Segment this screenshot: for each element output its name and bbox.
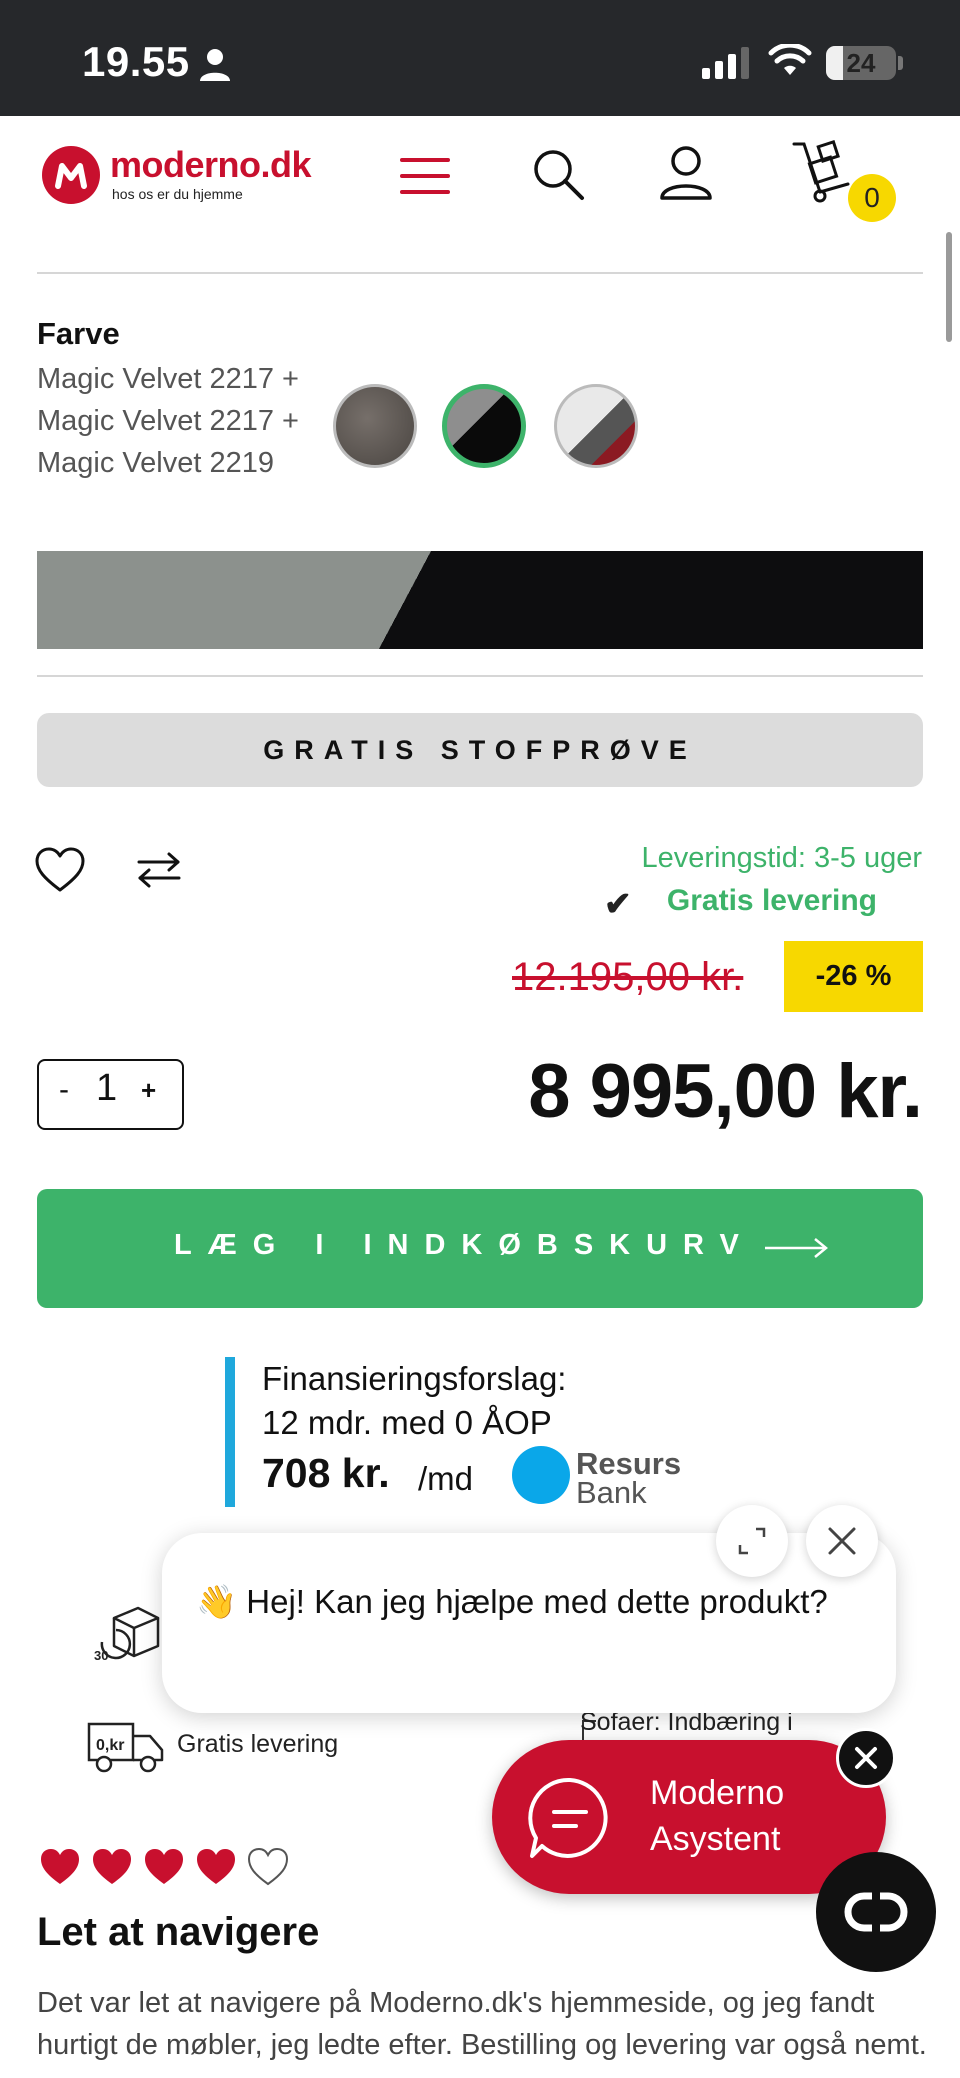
delivery-truck-icon: 0,kr	[87, 1722, 164, 1773]
fabric-preview-image	[37, 551, 923, 649]
quantity-value[interactable]: 1	[96, 1067, 117, 1110]
free-fabric-sample-button[interactable]: GRATIS STOFPRØVE	[37, 713, 923, 787]
color-swatch-grey-black-selected[interactable]	[442, 384, 526, 468]
finance-per-month: /md	[418, 1460, 474, 1497]
color-name: Magic Velvet 2217 + Magic Velvet 2217 + …	[37, 363, 299, 479]
divider	[37, 272, 923, 274]
menu-icon[interactable]	[400, 152, 452, 204]
old-price: 12.195,00 kr.	[512, 955, 744, 999]
feature-free-delivery: Gratis levering	[177, 1730, 339, 1758]
current-price: 8 995,00 kr.	[528, 1049, 923, 1134]
chat-icon	[528, 1777, 608, 1858]
color-heading: Farve	[37, 316, 120, 351]
add-to-cart-label: LÆG I INDKØBSKURV	[174, 1229, 755, 1261]
cart-count-badge[interactable]: 0	[848, 174, 896, 222]
resurs-bank-logo-icon	[512, 1446, 570, 1504]
divider	[37, 675, 923, 677]
status-bar: 19.55 24	[0, 0, 960, 116]
battery-icon: 24	[826, 46, 896, 80]
review-body: Det var let at navigere på Moderno.dk's …	[37, 1987, 927, 2061]
color-swatch-grey-brown[interactable]	[333, 384, 417, 468]
status-time: 19.55	[82, 38, 190, 85]
close-icon	[828, 1527, 856, 1555]
review-title: Let at navigere	[37, 1910, 320, 1954]
quantity-stepper: - 1 +	[37, 1059, 184, 1130]
return-box-icon: 30	[94, 1606, 160, 1663]
wifi-icon	[768, 44, 812, 75]
close-icon	[855, 1747, 877, 1769]
search-icon[interactable]	[530, 146, 586, 202]
co-assistant-button[interactable]	[816, 1852, 936, 1972]
add-to-cart-button[interactable]: LÆG I INDKØBSKURV	[37, 1189, 923, 1308]
finance-title: Finansieringsforslag:	[262, 1360, 567, 1397]
battery-level: 24	[846, 48, 876, 78]
heart-rating-icon-filled	[41, 1849, 79, 1884]
user-icon[interactable]	[658, 144, 714, 200]
wishlist-heart-icon[interactable]	[34, 846, 86, 894]
resurs-bank-logo-line2: Bank	[576, 1475, 647, 1510]
logo-mark-icon[interactable]	[42, 146, 100, 204]
quantity-decrease-button[interactable]: -	[59, 1073, 69, 1107]
chat-expand-button[interactable]	[716, 1505, 788, 1577]
battery-tip	[898, 56, 903, 70]
heart-rating-icon-filled	[197, 1849, 235, 1884]
chat-close-button[interactable]	[806, 1505, 878, 1577]
co-logo-icon	[844, 1892, 908, 1932]
assistant-label-line2: Asystent	[650, 1820, 781, 1858]
expand-icon	[738, 1527, 766, 1555]
chat-greeting-text: 👋 Hej! Kan jeg hjælpe med dette produkt?	[196, 1583, 828, 1620]
check-icon: ✔	[604, 885, 632, 922]
svg-text:30: 30	[94, 1648, 108, 1663]
free-delivery-label: Gratis levering	[666, 884, 877, 917]
discount-badge: -26 %	[784, 941, 923, 1012]
color-swatch-white-grey-red[interactable]	[554, 384, 638, 468]
delivery-time: Leveringstid: 3-5 uger	[641, 842, 923, 874]
heart-rating-icon-filled	[145, 1849, 183, 1884]
site-header: moderno.dk hos os er du hjemme 0	[0, 116, 960, 250]
assistant-close-button[interactable]	[836, 1728, 896, 1788]
heart-rating-icon-empty	[247, 1847, 289, 1886]
heart-rating-icon-filled	[93, 1849, 131, 1884]
compare-icon[interactable]	[136, 850, 182, 890]
logo-tagline: hos os er du hjemme	[112, 186, 243, 202]
signal-icon	[702, 47, 749, 79]
svg-text:0,kr: 0,kr	[96, 1737, 124, 1754]
person-icon	[200, 49, 230, 81]
finance-subtitle: 12 mdr. med 0 ÅOP	[262, 1404, 552, 1441]
logo-text[interactable]: moderno.dk	[110, 144, 312, 186]
page-scrollbar[interactable]	[946, 232, 952, 342]
assistant-label-line1: Moderno	[650, 1774, 785, 1812]
finance-amount: 708 kr.	[262, 1450, 390, 1496]
quantity-increase-button[interactable]: +	[141, 1075, 156, 1106]
finance-accent-bar	[225, 1357, 235, 1507]
arrow-right-icon	[765, 1238, 828, 1258]
